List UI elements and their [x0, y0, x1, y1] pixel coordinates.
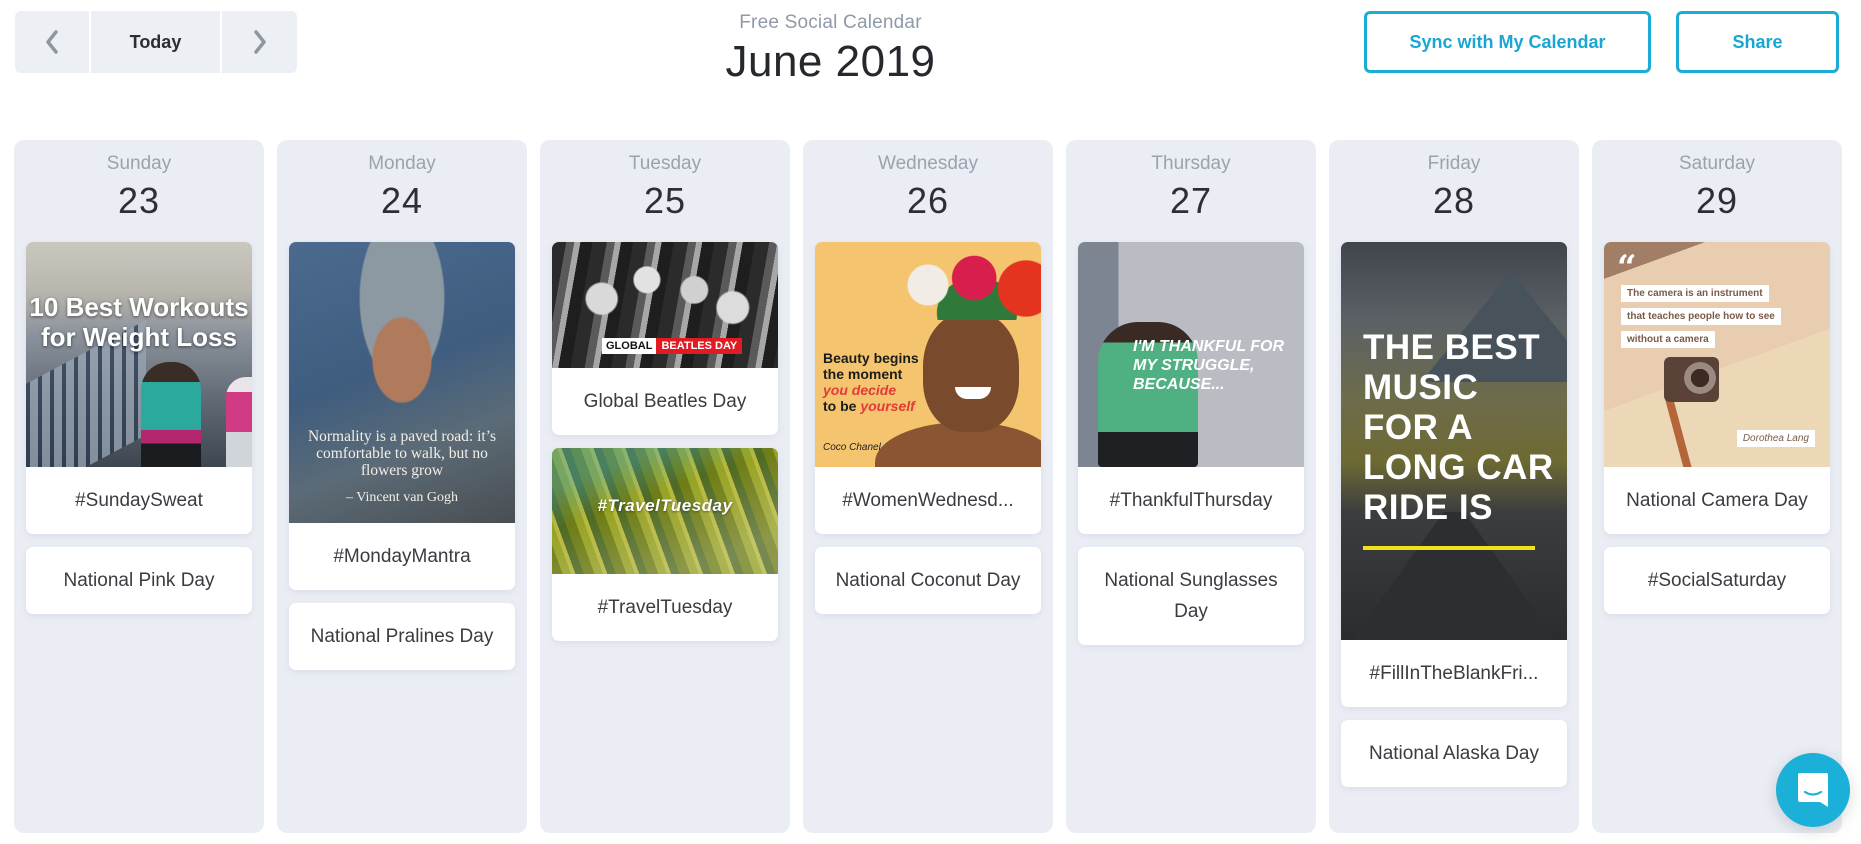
day-column-sunday: Sunday 23 10 Best Workouts for Weight Lo…	[14, 140, 264, 833]
day-date: 25	[643, 180, 687, 221]
day-name: Tuesday	[628, 153, 702, 174]
event-image-author: Dorothea Lang	[1736, 430, 1815, 447]
event-image: I'M THANKFUL FOR MY STRUGGLE, BECAUSE...	[1078, 242, 1304, 467]
event-image-author: – Vincent van Gogh	[345, 490, 459, 505]
day-date: 27	[1169, 180, 1213, 221]
event-image-text: #TravelTuesday	[597, 496, 733, 515]
event-label: #WomenWednesd...	[842, 490, 1014, 511]
share-button[interactable]: Share	[1676, 11, 1839, 73]
day-column-friday: Friday 28 THE BEST MUSIC FOR A LONG CAR …	[1329, 140, 1579, 833]
day-column-saturday: Saturday 29 “ The camera is an instrumen…	[1592, 140, 1842, 833]
event-image-quote-line: that teaches people how to see	[1621, 308, 1781, 325]
event-label: #TravelTuesday	[597, 597, 733, 618]
event-label: National Coconut Day	[835, 570, 1021, 591]
event-label: #MondayMantra	[333, 546, 471, 567]
event-image: GLOBAL BEATLES DAY	[552, 242, 778, 368]
day-date: 29	[1695, 180, 1739, 221]
event-label: #FillInTheBlankFri...	[1369, 663, 1539, 684]
event-card[interactable]: Normality is a paved road: it’s comforta…	[289, 242, 515, 590]
event-card[interactable]: National Pink Day	[26, 547, 252, 614]
event-image-text: I'M THANKFUL FOR MY STRUGGLE, BECAUSE...	[1133, 338, 1285, 393]
event-card[interactable]: National Sunglasses Day	[1078, 547, 1304, 645]
day-name: Wednesday	[878, 153, 978, 174]
day-date: 26	[906, 180, 950, 221]
event-image: THE BEST MUSIC FOR A LONG CAR RIDE IS	[1341, 242, 1567, 640]
event-image-quote-line: The camera is an instrument	[1621, 285, 1769, 302]
event-card[interactable]: “ The camera is an instrument that teach…	[1604, 242, 1830, 534]
event-image: Beauty begins the moment you decide to b…	[815, 242, 1041, 467]
event-label: National Camera Day	[1626, 490, 1808, 511]
event-image: 10 Best Workouts for Weight Loss	[26, 242, 252, 467]
badge-global: GLOBAL	[602, 338, 657, 354]
day-name: Sunday	[106, 153, 172, 174]
event-card[interactable]: #TravelTuesday #TravelTuesday	[552, 448, 778, 641]
event-card[interactable]: National Coconut Day	[815, 547, 1041, 614]
day-column-monday: Monday 24 Normality is a paved road: it’…	[277, 140, 527, 833]
day-name: Friday	[1427, 153, 1481, 174]
event-card[interactable]: National Pralines Day	[289, 603, 515, 670]
event-image-quote: Normality is a paved road: it’s comforta…	[307, 428, 497, 479]
event-card[interactable]: 10 Best Workouts for Weight Loss #Sunday…	[26, 242, 252, 534]
event-card[interactable]: GLOBAL BEATLES DAY Global Beatles Day	[552, 242, 778, 435]
event-card[interactable]: National Alaska Day	[1341, 720, 1567, 787]
event-card[interactable]: THE BEST MUSIC FOR A LONG CAR RIDE IS #F…	[1341, 242, 1567, 707]
day-date: 28	[1432, 180, 1476, 221]
chat-bubble-icon	[1798, 773, 1828, 807]
day-date: 23	[117, 180, 161, 221]
event-image: “ The camera is an instrument that teach…	[1604, 242, 1830, 467]
event-label: National Alaska Day	[1368, 743, 1540, 764]
day-name: Monday	[368, 153, 436, 174]
day-name: Thursday	[1151, 153, 1231, 174]
day-column-tuesday: Tuesday 25 GLOBAL BEATLES DAY Global Bea…	[540, 140, 790, 833]
event-image-text: THE BEST MUSIC FOR A LONG CAR RIDE IS	[1363, 328, 1554, 527]
event-card[interactable]: Beauty begins the moment you decide to b…	[815, 242, 1041, 534]
event-label: #SocialSaturday	[1647, 570, 1787, 591]
event-image-author: Coco Chanel	[823, 442, 881, 453]
day-column-thursday: Thursday 27 I'M THANKFUL FOR MY STRUGGLE…	[1066, 140, 1316, 833]
event-label: National Sunglasses Day	[1104, 570, 1278, 622]
week-grid: Sunday 23 10 Best Workouts for Weight Lo…	[14, 140, 1842, 833]
sync-calendar-button[interactable]: Sync with My Calendar	[1364, 11, 1651, 73]
event-card[interactable]: #SocialSaturday	[1604, 547, 1830, 614]
event-image: #TravelTuesday	[552, 448, 778, 574]
event-card[interactable]: I'M THANKFUL FOR MY STRUGGLE, BECAUSE...…	[1078, 242, 1304, 534]
event-image-quote: Beauty begins the moment you decide to b…	[823, 350, 919, 414]
event-label: National Pink Day	[63, 570, 215, 591]
event-image-badge: GLOBAL BEATLES DAY	[602, 338, 743, 354]
event-label: #ThankfulThursday	[1109, 490, 1273, 511]
chat-launcher-button[interactable]	[1776, 753, 1850, 827]
quote-mark-icon: “	[1617, 248, 1637, 288]
day-column-wednesday: Wednesday 26 Beauty begins the moment yo…	[803, 140, 1053, 833]
day-name: Saturday	[1678, 153, 1756, 174]
event-label: National Pralines Day	[310, 626, 494, 647]
event-image-quote-line: without a camera	[1621, 331, 1715, 348]
badge-beatles-day: BEATLES DAY	[656, 338, 743, 354]
event-image-text: 10 Best Workouts for Weight Loss	[29, 292, 249, 352]
event-label: Global Beatles Day	[583, 391, 747, 412]
event-label: #SundaySweat	[75, 490, 203, 511]
event-image: Normality is a paved road: it’s comforta…	[289, 242, 515, 523]
day-date: 24	[380, 180, 424, 221]
